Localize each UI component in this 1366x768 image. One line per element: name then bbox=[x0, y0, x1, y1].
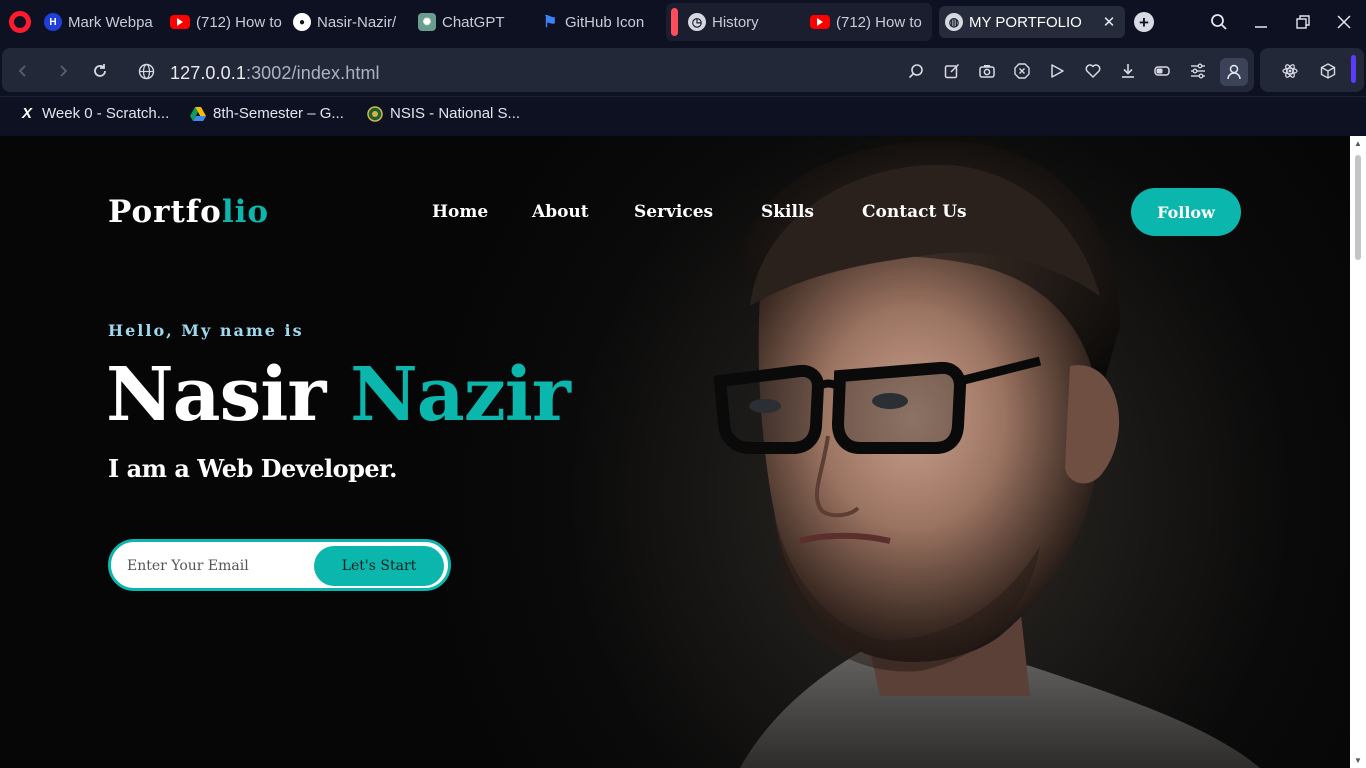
hero-name: Nasir Nazir bbox=[106, 352, 571, 438]
youtube-icon bbox=[810, 15, 830, 29]
battery-saver-icon[interactable] bbox=[1154, 63, 1170, 79]
tab-github-repo[interactable]: ● Nasir-Nazir/ bbox=[293, 6, 405, 38]
chatgpt-icon: ✺ bbox=[418, 13, 436, 31]
url-host: 127.0.0.1 bbox=[170, 63, 246, 83]
minimize-icon[interactable] bbox=[1248, 10, 1274, 34]
camera-icon[interactable] bbox=[979, 63, 995, 79]
tab-youtube-2[interactable]: (712) How to bbox=[810, 6, 922, 38]
profile-button[interactable] bbox=[1220, 58, 1248, 86]
extensions-toolbar bbox=[1260, 48, 1364, 92]
share-edit-icon[interactable] bbox=[944, 63, 960, 79]
scroll-up-arrow-icon[interactable]: ▲ bbox=[1352, 139, 1364, 149]
hero-role: I am a Web Developer. bbox=[108, 454, 397, 483]
close-tab-icon[interactable]: ✕ bbox=[1099, 13, 1119, 31]
url-path: :3002/index.html bbox=[245, 63, 380, 83]
github-icon: ● bbox=[293, 13, 311, 31]
extensions-cube-icon[interactable] bbox=[1320, 63, 1336, 79]
bookmark-8th-semester[interactable]: 8th-Semester – G... bbox=[190, 105, 344, 122]
reload-icon[interactable] bbox=[91, 62, 109, 80]
site-info-globe-icon[interactable] bbox=[137, 62, 155, 80]
site-logo[interactable]: Portfolio bbox=[108, 194, 269, 230]
email-input[interactable] bbox=[127, 554, 307, 578]
tab-github-icon[interactable]: ⚑ GitHub Icon bbox=[541, 6, 653, 38]
zoom-icon[interactable] bbox=[908, 63, 924, 79]
restore-icon[interactable] bbox=[1290, 10, 1316, 34]
globe-icon: ◍ bbox=[945, 13, 963, 31]
sidebar-accent-handle[interactable] bbox=[1351, 55, 1356, 83]
tab-youtube-1[interactable]: (712) How to bbox=[170, 6, 282, 38]
profile-icon bbox=[1227, 64, 1241, 80]
x-logo-icon: X bbox=[21, 105, 32, 122]
back-icon[interactable] bbox=[14, 62, 32, 80]
search-tabs-icon[interactable] bbox=[1206, 10, 1232, 34]
nav-link-contact[interactable]: Contact Us bbox=[862, 202, 967, 222]
bookmark-nsis[interactable]: NSIS - National S... bbox=[367, 105, 520, 122]
nav-link-home[interactable]: Home bbox=[432, 202, 488, 222]
bookmark-week0-scratch[interactable]: X Week 0 - Scratch... bbox=[19, 105, 169, 122]
youtube-icon bbox=[170, 15, 190, 29]
flag-icon: ⚑ bbox=[542, 14, 558, 31]
new-tab-button[interactable]: + bbox=[1134, 12, 1154, 32]
download-icon[interactable] bbox=[1120, 63, 1136, 79]
scroll-down-arrow-icon[interactable]: ▼ bbox=[1352, 756, 1364, 766]
tab-my-portfolio[interactable]: ◍ MY PORTFOLIO ✕ bbox=[939, 6, 1125, 38]
opera-logo-icon[interactable] bbox=[9, 11, 31, 33]
scrollbar-thumb[interactable] bbox=[1355, 155, 1361, 260]
lets-start-button[interactable]: Let's Start bbox=[314, 546, 444, 586]
drive-icon bbox=[190, 106, 206, 122]
tab-bar: H Mark Webpa (712) How to ● Nasir-Nazir/… bbox=[0, 0, 1366, 44]
seal-icon bbox=[367, 105, 383, 122]
nav-link-services[interactable]: Services bbox=[634, 202, 713, 222]
follow-button[interactable]: Follow bbox=[1131, 188, 1241, 236]
play-icon[interactable] bbox=[1049, 63, 1065, 79]
nav-link-skills[interactable]: Skills bbox=[761, 202, 814, 222]
react-devtools-icon[interactable] bbox=[1282, 63, 1298, 79]
url-field[interactable]: 127.0.0.1:3002/index.html bbox=[170, 63, 380, 84]
forward-icon[interactable] bbox=[54, 62, 72, 80]
close-window-icon[interactable] bbox=[1331, 10, 1357, 34]
nav-link-about[interactable]: About bbox=[532, 202, 589, 222]
tab-history[interactable]: ◷ History bbox=[688, 6, 798, 38]
page-viewport: Portfolio Home About Services Skills Con… bbox=[0, 136, 1350, 768]
clock-icon: ◷ bbox=[688, 13, 706, 31]
h-favicon-icon: H bbox=[44, 13, 62, 31]
hero-greeting: Hello, My name is bbox=[108, 321, 304, 340]
tab-chatgpt[interactable]: ✺ ChatGPT bbox=[418, 6, 530, 38]
navigation-bar: 127.0.0.1:3002/index.html bbox=[0, 44, 1366, 96]
easy-setup-icon[interactable] bbox=[1190, 63, 1206, 79]
address-toolbar: 127.0.0.1:3002/index.html bbox=[2, 48, 1254, 92]
email-signup-form: Let's Start bbox=[108, 539, 451, 591]
heart-icon[interactable] bbox=[1085, 63, 1101, 79]
tab-group-marker[interactable] bbox=[671, 8, 678, 36]
tab-mark-webpage[interactable]: H Mark Webpa bbox=[44, 6, 156, 38]
adblock-icon[interactable] bbox=[1014, 63, 1030, 79]
bookmarks-bar: X Week 0 - Scratch... 8th-Semester – G..… bbox=[0, 96, 1366, 132]
